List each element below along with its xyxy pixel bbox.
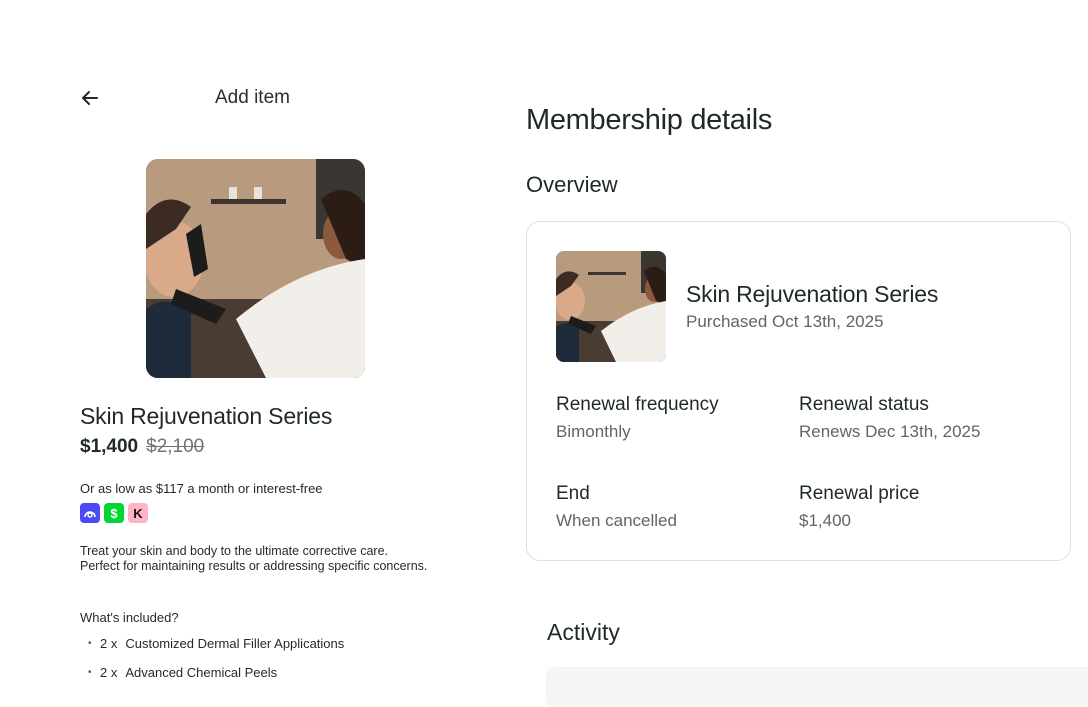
renewal-frequency-label: Renewal frequency <box>556 394 719 415</box>
activity-heading: Activity <box>547 619 620 645</box>
list-item: • 2 x Customized Dermal Filler Applicati… <box>88 636 344 665</box>
renewal-price-value: $1,400 <box>799 511 851 530</box>
item-name: Customized Dermal Filler Applications <box>125 636 345 651</box>
item-name: Advanced Chemical Peels <box>125 665 278 680</box>
cash-app-icon[interactable]: $ <box>104 503 124 523</box>
end-value: When cancelled <box>556 511 677 530</box>
bullet-icon: • <box>88 638 92 649</box>
membership-title: Membership details <box>526 104 773 136</box>
overview-card: Skin Rejuvenation Series Purchased Oct 1… <box>526 221 1071 561</box>
membership-name: Skin Rejuvenation Series <box>686 281 939 307</box>
included-heading: What's included? <box>80 610 179 625</box>
item-quantity: 2 x <box>100 636 118 651</box>
renewal-status-label: Renewal status <box>799 394 929 415</box>
financing-text: Or as low as $117 a month or interest-fr… <box>80 481 323 496</box>
product-image <box>146 159 365 378</box>
product-description: Treat your skin and body to the ultimate… <box>80 544 428 573</box>
list-item: • 2 x Advanced Chemical Peels <box>88 665 344 694</box>
original-price: $2,100 <box>146 436 205 457</box>
end-label: End <box>556 483 590 504</box>
membership-thumbnail <box>556 251 666 362</box>
renewal-status-value: Renews Dec 13th, 2025 <box>799 422 981 441</box>
included-list: • 2 x Customized Dermal Filler Applicati… <box>88 636 344 694</box>
current-price: $1,400 <box>80 436 139 457</box>
price-row: $1,400 $2,100 <box>80 436 204 458</box>
affirm-icon[interactable] <box>80 503 100 523</box>
arrow-left-icon <box>82 91 98 105</box>
renewal-price-label: Renewal price <box>799 483 920 504</box>
klarna-icon[interactable]: K <box>128 503 148 523</box>
overview-heading: Overview <box>526 172 618 197</box>
back-button[interactable] <box>78 86 102 110</box>
page-title: Add item <box>215 87 290 108</box>
bullet-icon: • <box>88 667 92 678</box>
payment-options: $ K <box>80 503 148 523</box>
item-quantity: 2 x <box>100 665 118 680</box>
purchase-date: Purchased Oct 13th, 2025 <box>686 312 884 331</box>
activity-table-header <box>546 667 1088 707</box>
product-name: Skin Rejuvenation Series <box>80 403 333 429</box>
renewal-frequency-value: Bimonthly <box>556 422 631 441</box>
